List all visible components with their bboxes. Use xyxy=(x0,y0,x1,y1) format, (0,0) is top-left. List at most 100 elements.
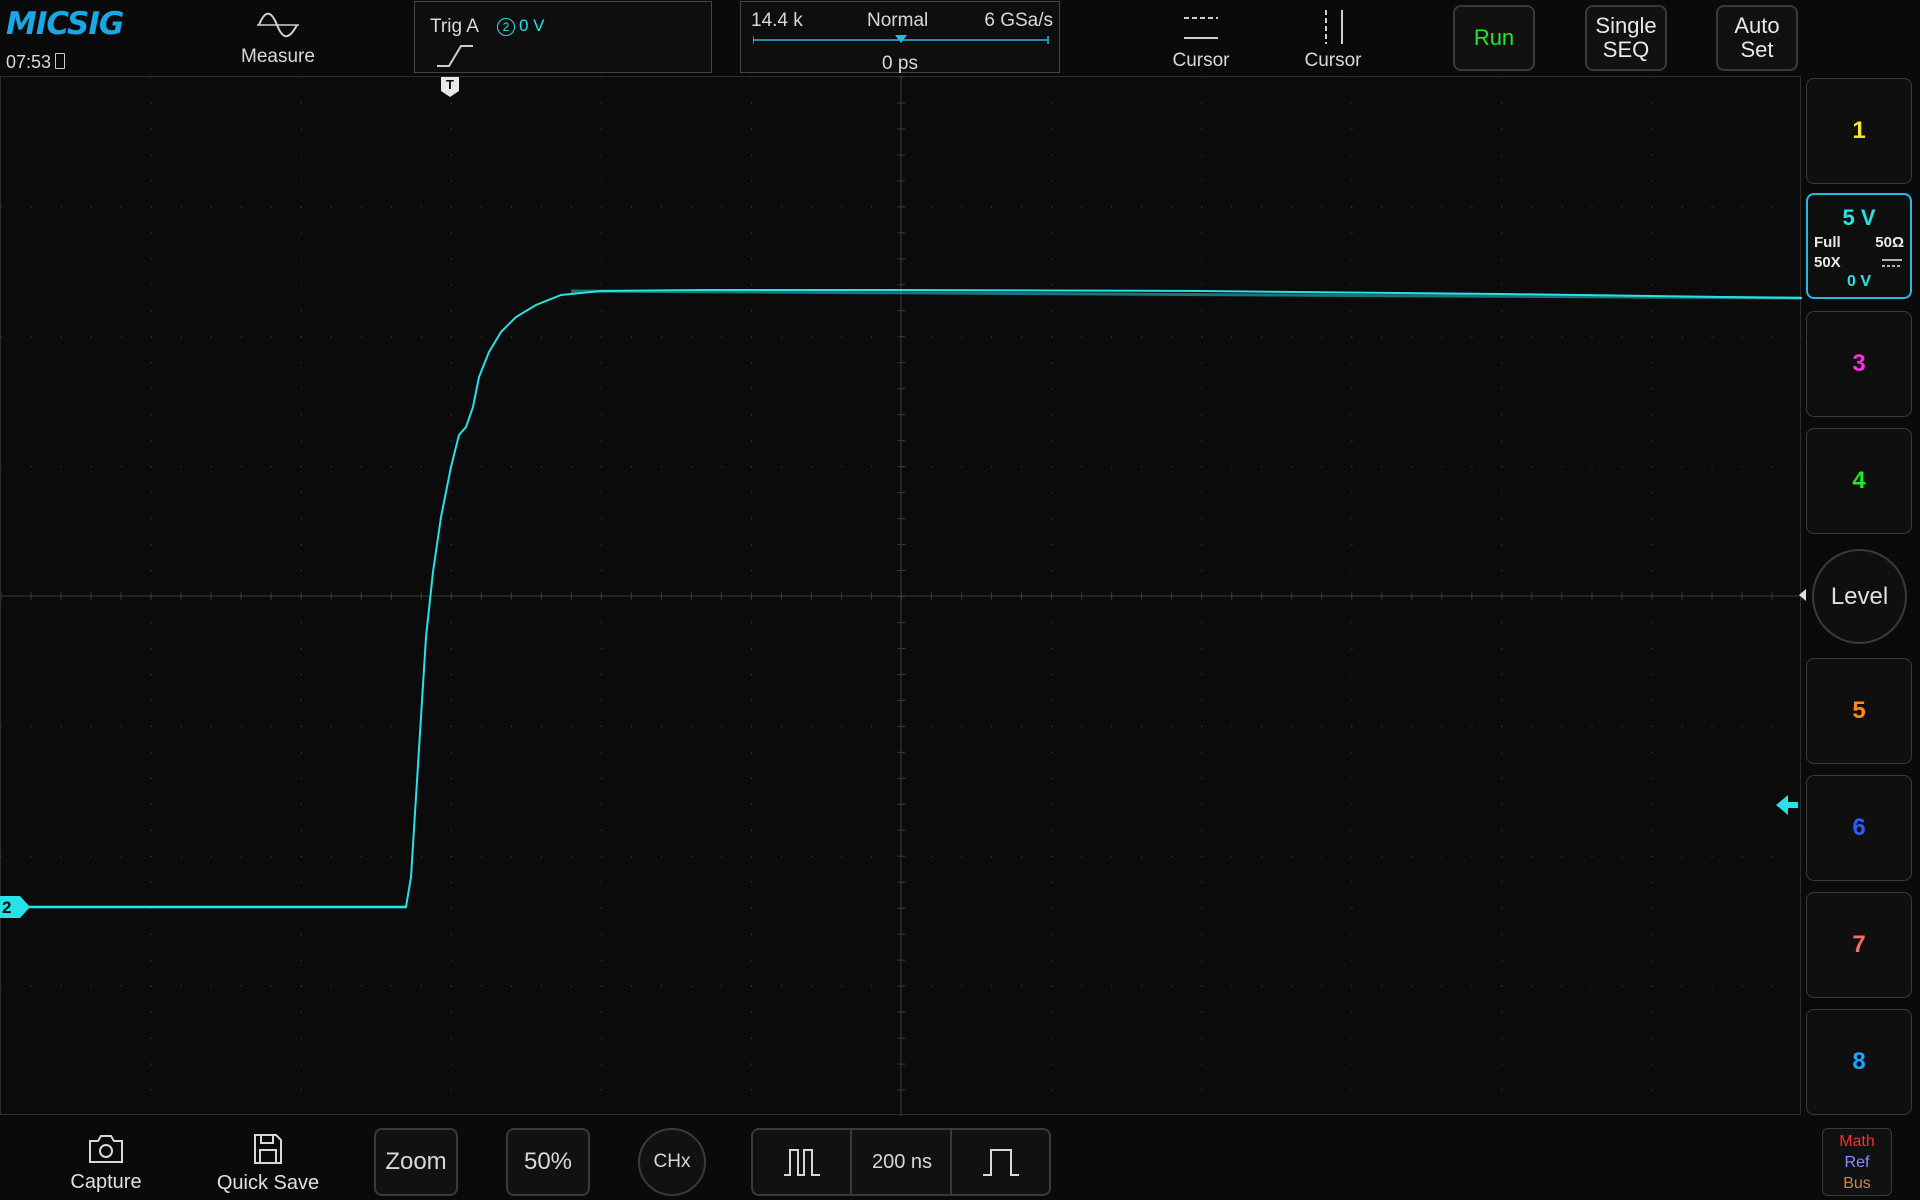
channel-4-button[interactable]: 4 xyxy=(1806,428,1912,534)
grid-dot xyxy=(360,855,362,857)
grid-dot xyxy=(1201,544,1203,546)
grid-dot xyxy=(150,310,152,312)
grid-dot xyxy=(150,1063,152,1065)
grid-dot xyxy=(1471,855,1473,857)
time-scale[interactable]: 200 ns xyxy=(854,1130,950,1194)
grid-dot xyxy=(1561,206,1563,208)
grid-dot xyxy=(1051,1037,1053,1039)
measure-button[interactable]: Measure xyxy=(228,8,328,68)
zoom-button[interactable]: Zoom xyxy=(374,1128,458,1196)
trigger-level-arrow-icon[interactable] xyxy=(1774,793,1800,817)
grid-dot xyxy=(1351,1011,1353,1013)
grid-dot xyxy=(1501,959,1503,961)
grid-dot xyxy=(1201,102,1203,104)
grid-dot xyxy=(540,206,542,208)
grid-dot xyxy=(1171,206,1173,208)
grid-dot xyxy=(1651,414,1653,416)
run-button[interactable]: Run xyxy=(1453,5,1535,71)
grid-dot xyxy=(1501,206,1503,208)
grid-dot xyxy=(30,725,32,728)
grid-dot xyxy=(1651,933,1653,935)
grid-dot xyxy=(931,206,933,208)
channel-7-button[interactable]: 7 xyxy=(1806,892,1912,998)
channel-6-button[interactable]: 6 xyxy=(1806,775,1912,881)
grid-dot xyxy=(1471,725,1473,728)
grid-dot xyxy=(600,154,603,156)
grid-dot xyxy=(1681,206,1683,208)
grid-dot xyxy=(600,466,603,468)
grid-dot xyxy=(1711,206,1713,208)
timebase-increase-button[interactable] xyxy=(950,1130,1049,1194)
grid-dot xyxy=(750,829,753,831)
grid-dot xyxy=(1651,388,1653,390)
auto-label: Auto xyxy=(1734,13,1780,38)
grid-dot xyxy=(600,206,603,208)
grid-dot xyxy=(30,336,32,338)
channel-2-button[interactable]: 5 V Full 50Ω 50X 0 V xyxy=(1806,193,1912,299)
grid-dot xyxy=(450,388,452,390)
timebase-decrease-button[interactable] xyxy=(753,1130,852,1194)
grid-dot xyxy=(1501,777,1503,780)
grid-dot xyxy=(720,725,723,728)
grid-dot xyxy=(150,77,152,78)
chx-button[interactable]: CHx xyxy=(638,1128,706,1196)
grid-dot xyxy=(630,985,633,987)
grid-dot xyxy=(1321,466,1323,468)
grid-dot xyxy=(1351,466,1353,468)
grid-dot xyxy=(1651,310,1653,312)
fifty-percent-button[interactable]: 50% xyxy=(506,1128,590,1196)
grid-dot xyxy=(150,466,152,468)
grid-dot xyxy=(150,232,152,234)
seq-label: SEQ xyxy=(1602,37,1650,62)
grid-dot xyxy=(1351,492,1353,494)
grid-dot xyxy=(600,673,603,676)
grid-dot xyxy=(600,440,603,442)
grid-dot xyxy=(1021,855,1023,857)
trigger-panel[interactable]: Trig A 20 V xyxy=(414,1,712,73)
vertical-cursor-button[interactable]: Cursor xyxy=(1282,8,1384,72)
grid-dot xyxy=(1351,206,1353,208)
grid-dot xyxy=(1201,414,1203,416)
channel-1-button[interactable]: 1 xyxy=(1806,78,1912,184)
channel-8-button[interactable]: 8 xyxy=(1806,1009,1912,1115)
grid-dot xyxy=(1441,206,1443,208)
grid-dot xyxy=(1201,673,1203,676)
single-seq-button[interactable]: Single SEQ xyxy=(1585,5,1667,71)
grid-dot xyxy=(300,829,302,831)
timebase-panel[interactable]: 14.4 k Normal 6 GSa/s 0 ps xyxy=(740,1,1060,74)
grid-dot xyxy=(300,388,302,390)
channel-5-button[interactable]: 5 xyxy=(1806,658,1912,764)
auto-set-button[interactable]: Auto Set xyxy=(1716,5,1798,71)
memory-depth: 14.4 k xyxy=(751,10,803,31)
grid-dot xyxy=(1681,466,1683,468)
grid-dot xyxy=(150,180,152,182)
trigger-position-marker[interactable]: T xyxy=(440,76,460,98)
capture-button[interactable]: Capture xyxy=(56,1133,156,1194)
grid-dot xyxy=(1201,77,1203,78)
grid-dot xyxy=(1021,725,1023,728)
grid-dot xyxy=(1501,544,1503,546)
grid-dot xyxy=(931,985,933,987)
quick-save-button[interactable]: Quick Save xyxy=(208,1132,328,1195)
grid-dot xyxy=(1051,180,1053,182)
grid-dot xyxy=(1651,959,1653,961)
grid-dot xyxy=(1771,206,1773,208)
grid-dot xyxy=(300,518,302,520)
math-ref-bus-button[interactable]: Math Ref Bus xyxy=(1822,1128,1892,1196)
grid-dot xyxy=(1501,258,1503,260)
sine-wave-icon xyxy=(257,12,299,38)
channel-3-button[interactable]: 3 xyxy=(1806,311,1912,417)
grid-dot xyxy=(1681,855,1683,857)
horizontal-cursor-button[interactable]: Cursor xyxy=(1150,8,1252,72)
grid-dot xyxy=(1501,647,1503,650)
grid-dot xyxy=(1051,985,1053,987)
grid-dot xyxy=(870,466,873,468)
grid-dot xyxy=(1651,544,1653,546)
grid-dot xyxy=(540,855,542,857)
waveform-display[interactable] xyxy=(0,76,1802,1116)
grid-dot xyxy=(1291,725,1293,728)
channel-2-ground-marker[interactable]: 2 xyxy=(0,895,32,919)
trigger-level-knob[interactable]: Level xyxy=(1812,549,1907,644)
grid-dot xyxy=(1021,206,1023,208)
channel-5-label: 5 xyxy=(1852,697,1866,724)
